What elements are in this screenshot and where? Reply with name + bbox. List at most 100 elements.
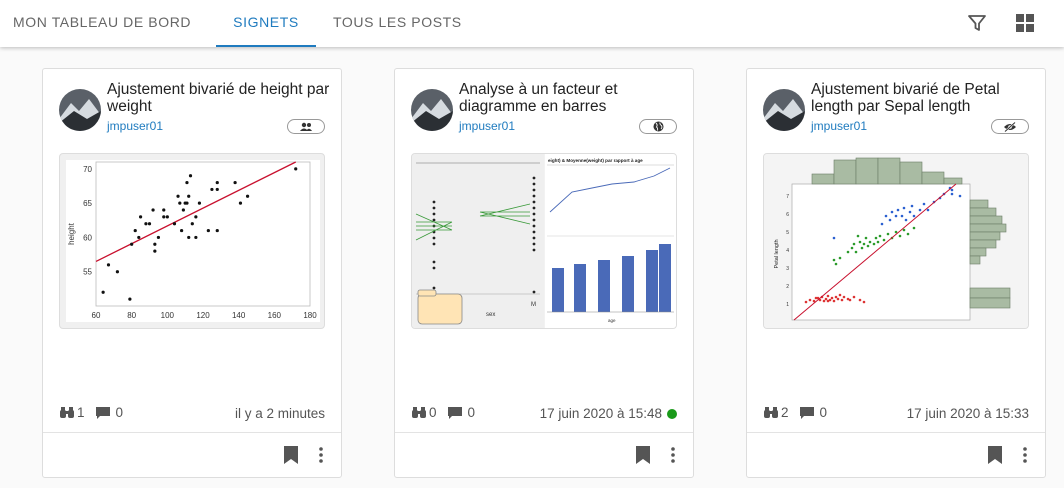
bookmark-icon[interactable]: [283, 445, 299, 465]
bookmark-icon[interactable]: [635, 445, 651, 465]
scatter-point: [172, 222, 177, 226]
binoculars-icon: [60, 407, 74, 418]
scatter-point: [194, 215, 198, 219]
scatter-point: [128, 297, 132, 301]
scatter-point: [197, 201, 202, 205]
x-tick-label: 100: [161, 311, 175, 320]
y-tick: 2: [786, 284, 789, 290]
x-axis-label-age: age: [608, 318, 616, 323]
post-title[interactable]: Analyse à un facteur et diagramme en bar…: [459, 81, 683, 115]
binoculars-icon: [412, 407, 426, 418]
post-card[interactable]: Ajustement bivarié de Petal length par S…: [746, 68, 1046, 478]
eye-off-icon: [1004, 121, 1016, 132]
card-divider: [395, 432, 693, 433]
tab-bookmarks-label: SIGNETS: [233, 14, 299, 30]
post-thumbnail[interactable]: Petal length 1 2 3 4 5 6 7: [763, 153, 1029, 329]
scatter-point: [162, 208, 166, 212]
x-tick-m: M: [531, 302, 536, 308]
scatter-point: [215, 187, 219, 192]
post-stats: 1 0: [59, 405, 123, 420]
post-thumbnail[interactable]: height 60 80 100 120 140 160 180 55 60 65 70: [59, 153, 325, 329]
more-options-icon[interactable]: [1019, 445, 1031, 465]
post-author[interactable]: jmpuser01: [107, 119, 163, 133]
tab-all-posts[interactable]: TOUS LES POSTS: [333, 0, 462, 47]
more-options-icon[interactable]: [315, 445, 327, 465]
post-stats: 0 0: [411, 405, 475, 420]
comment-count: 0: [819, 405, 828, 420]
grid-view-icon[interactable]: [1014, 12, 1036, 34]
x-tick-label: 180: [303, 311, 317, 320]
scatter-point: [147, 222, 152, 226]
post-card[interactable]: Ajustement bivarié de height par weight …: [42, 68, 342, 478]
post-title[interactable]: Ajustement bivarié de height par weight: [107, 81, 331, 115]
card-divider: [43, 432, 341, 433]
visibility-badge: [639, 119, 677, 134]
bar-chart-title: eight) & Moyenne(weight) par rapport à a…: [548, 158, 643, 163]
view-count: 1: [77, 405, 85, 420]
post-author[interactable]: jmpuser01: [459, 119, 515, 133]
y-tick-label: 65: [83, 199, 92, 208]
active-tab-indicator: [216, 45, 316, 47]
scatter-point: [187, 194, 191, 198]
scatter-point: [215, 180, 219, 185]
scatter-point: [180, 228, 184, 233]
top-nav-bar: MON TABLEAU DE BORD SIGNETS TOUS LES POS…: [0, 0, 1064, 47]
comment-icon: [447, 406, 462, 419]
user-avatar: [763, 89, 805, 131]
tab-dashboard[interactable]: MON TABLEAU DE BORD: [13, 0, 191, 47]
post-author[interactable]: jmpuser01: [811, 119, 867, 133]
status-dot: [667, 408, 677, 419]
scatter-point: [151, 208, 155, 212]
post-title[interactable]: Ajustement bivarié de Petal length par S…: [811, 81, 1035, 115]
scatter-point: [162, 215, 166, 219]
x-tick-label: 160: [268, 311, 282, 320]
y-tick-label: 60: [83, 233, 92, 242]
comment-icon: [799, 406, 814, 419]
scatter-point: [106, 263, 111, 267]
scatter-point: [133, 228, 137, 233]
scatter-point: [115, 270, 119, 274]
scatter-point: [206, 228, 210, 233]
y-axis-label: height: [67, 222, 76, 245]
scatter-point: [138, 215, 143, 219]
scatter-point: [210, 187, 214, 192]
iris-bivariate-chart: Petal length 1 2 3 4 5 6 7: [764, 154, 1028, 328]
scatter-point: [178, 201, 182, 205]
scatter-point: [153, 242, 157, 246]
y-tick-label: 70: [83, 165, 92, 174]
scatter-point: [144, 222, 148, 226]
comment-count: 0: [115, 405, 124, 420]
scatter-point: [187, 235, 191, 240]
y-tick: 1: [786, 302, 789, 308]
scatter-point: [185, 180, 189, 185]
globe-icon: [653, 121, 663, 132]
oneway-and-bar-chart: sex M eight) & Moyenne(weight) par rappo…: [412, 154, 676, 328]
filter-icon[interactable]: [966, 12, 988, 34]
tab-bookmarks[interactable]: SIGNETS: [216, 0, 316, 47]
scatter-point: [156, 235, 161, 240]
bookmark-icon[interactable]: [987, 445, 1003, 465]
post-date: il y a 2 minutes: [235, 406, 325, 421]
y-axis-label: Petal length: [774, 239, 780, 268]
group-icon: [300, 122, 312, 131]
scatter-point: [215, 228, 219, 233]
y-tick: 7: [786, 194, 789, 200]
scatter-point: [165, 215, 169, 219]
scatter-point: [130, 242, 134, 246]
post-thumbnail[interactable]: sex M eight) & Moyenne(weight) par rappo…: [411, 153, 677, 329]
comment-icon: [95, 406, 110, 419]
more-options-icon[interactable]: [667, 445, 679, 465]
x-tick-label: 120: [196, 311, 210, 320]
y-tick: 3: [786, 266, 789, 272]
scatter-point: [101, 290, 105, 294]
scatter-chart: height 60 80 100 120 140 160 180 55 60 65 70: [66, 160, 320, 322]
y-tick-label: 55: [83, 268, 92, 277]
scatter-point: [176, 194, 180, 198]
y-tick: 6: [786, 212, 789, 218]
view-count: 0: [429, 405, 437, 420]
card-divider: [747, 432, 1045, 433]
x-tick-label: 140: [232, 311, 246, 320]
post-card[interactable]: Analyse à un facteur et diagramme en bar…: [394, 68, 694, 478]
x-tick-label: 80: [127, 311, 136, 320]
scatter-point: [194, 235, 198, 240]
